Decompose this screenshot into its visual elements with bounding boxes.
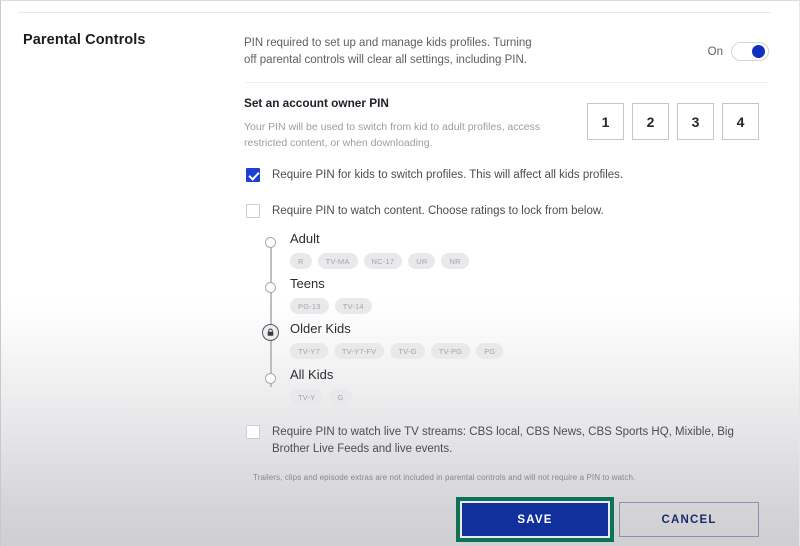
ratings-timeline[interactable]: Adult R TV-MA NC-17 UR NR Teens PG-13 TV… xyxy=(262,231,765,405)
rating-chip[interactable]: TV-Y xyxy=(290,389,324,405)
rating-group-label-older-kids: Older Kids xyxy=(290,321,351,336)
rating-chip[interactable]: UR xyxy=(408,253,436,269)
parental-controls-toggle-group[interactable]: On xyxy=(708,42,769,61)
toggle-state-label: On xyxy=(707,45,723,58)
footnote-text: Trailers, clips and episode extras are n… xyxy=(253,473,636,482)
rating-chip[interactable]: TV-PG xyxy=(430,343,471,359)
pin-input-group[interactable]: 1 2 3 4 xyxy=(587,103,759,140)
rating-chips-adult: R TV-MA NC-17 UR NR xyxy=(290,253,469,269)
pin-digit-3[interactable]: 3 xyxy=(677,103,714,140)
checkbox-row-watch-content[interactable]: Require PIN to watch content. Choose rat… xyxy=(246,203,666,220)
timeline-track xyxy=(270,241,272,387)
checkbox-label-watch-content: Require PIN to watch content. Choose rat… xyxy=(272,205,604,217)
rating-chip[interactable]: R xyxy=(290,253,312,269)
rating-chip[interactable]: NC-17 xyxy=(363,253,403,269)
checkbox-row-switch-profiles[interactable]: Require PIN for kids to switch profiles.… xyxy=(246,167,666,184)
timeline-dot-adult[interactable] xyxy=(265,237,276,248)
checkbox-live-tv[interactable] xyxy=(246,425,260,439)
page-title: Parental Controls xyxy=(23,32,146,48)
pin-section-divider xyxy=(245,82,768,83)
rating-chip[interactable]: G xyxy=(329,389,352,405)
timeline-dot-teens[interactable] xyxy=(265,282,276,293)
rating-chip[interactable]: TV-Y7 xyxy=(290,343,328,359)
rating-group-label-all-kids: All Kids xyxy=(290,367,334,382)
parental-controls-toggle[interactable] xyxy=(731,42,769,61)
rating-chip[interactable]: NR xyxy=(441,253,469,269)
pin-digit-1[interactable]: 1 xyxy=(587,103,624,140)
rating-chips-teens: PG-13 TV-14 xyxy=(290,298,372,314)
lock-icon[interactable] xyxy=(262,324,279,341)
save-button-highlight: SAVE xyxy=(456,497,614,542)
lock-glyph xyxy=(267,328,274,336)
top-divider xyxy=(18,12,771,13)
pin-digit-4[interactable]: 4 xyxy=(722,103,759,140)
pin-section-title: Set an account owner PIN xyxy=(244,96,389,110)
pin-section-description: Your PIN will be used to switch from kid… xyxy=(244,121,541,149)
rating-chip[interactable]: TV-Y7-FV xyxy=(333,343,385,359)
timeline-dot-all-kids[interactable] xyxy=(265,373,276,384)
rating-group-label-teens: Teens xyxy=(290,276,325,291)
checkbox-row-live-tv[interactable]: Require PIN to watch live TV streams: CB… xyxy=(246,424,766,458)
checkbox-label-switch-profiles: Require PIN for kids to switch profiles.… xyxy=(272,169,624,181)
rating-chip[interactable]: TV-14 xyxy=(334,298,372,314)
intro-description: PIN required to set up and manage kids p… xyxy=(244,37,532,66)
rating-chips-older-kids: TV-Y7 TV-Y7-FV TV-G TV-PG PG xyxy=(290,343,504,359)
parental-controls-page: Parental Controls PIN required to set up… xyxy=(0,0,800,546)
save-button[interactable]: SAVE xyxy=(462,503,608,536)
cancel-button[interactable]: CANCEL xyxy=(619,502,759,537)
checkbox-watch-content[interactable] xyxy=(246,204,260,218)
pin-digit-2[interactable]: 2 xyxy=(632,103,669,140)
rating-chip[interactable]: TV-G xyxy=(390,343,425,359)
rating-chip[interactable]: TV-MA xyxy=(317,253,358,269)
rating-group-label-adult: Adult xyxy=(290,231,320,246)
checkbox-label-live-tv: Require PIN to watch live TV streams: CB… xyxy=(272,426,734,455)
rating-chip[interactable]: PG xyxy=(476,343,504,359)
rating-chips-all-kids: TV-Y G xyxy=(290,389,352,405)
rating-chip[interactable]: PG-13 xyxy=(290,298,329,314)
toggle-knob xyxy=(752,45,765,58)
checkbox-switch-profiles[interactable] xyxy=(246,168,260,182)
